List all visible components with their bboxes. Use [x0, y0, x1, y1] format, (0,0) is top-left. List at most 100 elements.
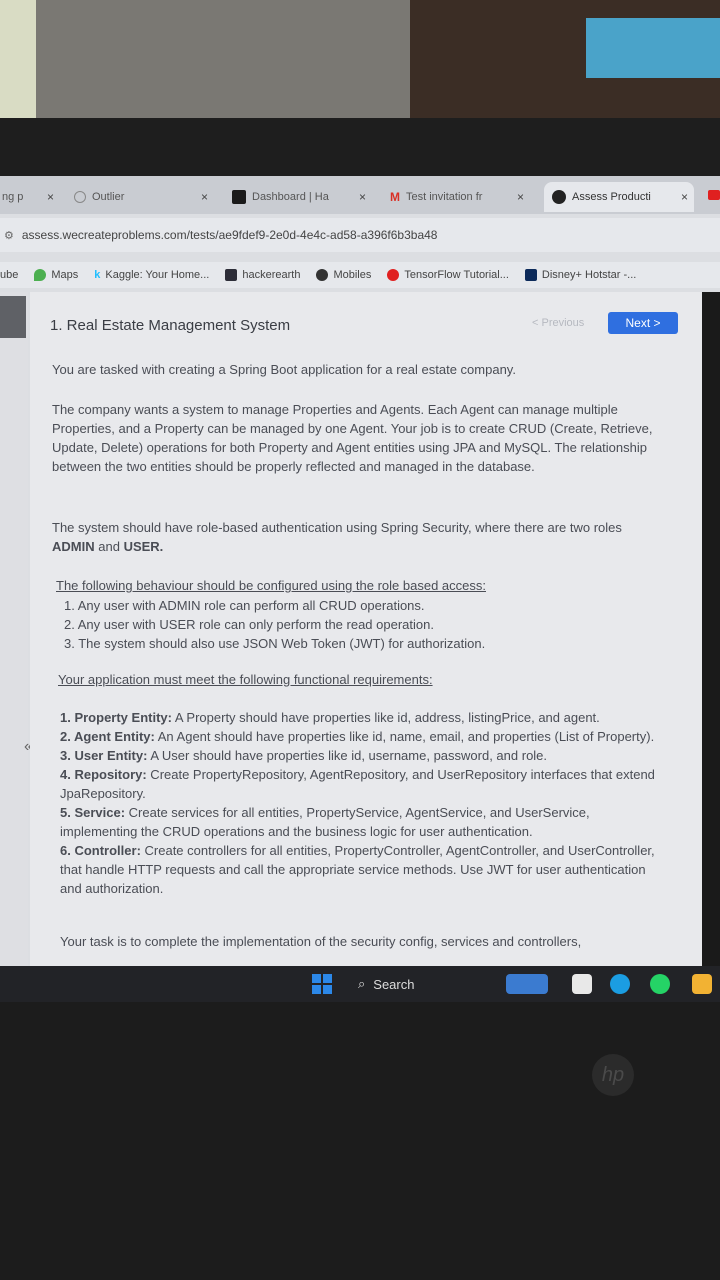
sidebar-nav-block[interactable]	[0, 296, 26, 338]
question-panel: 1. Real Estate Management System < Previ…	[30, 292, 702, 966]
taskbar-search[interactable]: ⌕ Search	[348, 972, 478, 996]
tab-gmail[interactable]: M Test invitation fr ×	[390, 182, 530, 212]
tab-dashboard[interactable]: Dashboard | Ha ×	[232, 182, 372, 212]
tab-label: Dashboard | Ha	[252, 191, 329, 203]
role-user: USER.	[123, 539, 164, 554]
bookmark-hotstar[interactable]: Disney+ Hotstar -...	[524, 269, 637, 281]
tab-label: Assess Producti	[572, 191, 651, 203]
req-label: 6. Controller:	[60, 843, 141, 858]
window-glare	[0, 0, 36, 120]
tab-bar: ng p × Outlier × Dashboard | Ha × M Test…	[0, 176, 720, 214]
behaviour-heading: The following behaviour should be config…	[56, 578, 486, 593]
right-edge	[702, 292, 720, 966]
list-item: 6. Controller: Create controllers for al…	[60, 841, 660, 898]
req-text: Create PropertyRepository, AgentReposito…	[60, 767, 655, 801]
edge-icon[interactable]	[610, 974, 630, 994]
laptop-body	[0, 1002, 720, 1280]
list-item: 2. Any user with USER role can only perf…	[64, 617, 434, 632]
outlier-icon	[74, 191, 86, 203]
bookmark-tensorflow[interactable]: TensorFlow Tutorial...	[387, 269, 509, 281]
site-info-icon[interactable]: ⚙	[4, 229, 14, 242]
tab-assess-active[interactable]: Assess Producti ×	[544, 182, 694, 212]
list-item: 3. User Entity: A User should have prope…	[60, 746, 660, 765]
wall	[36, 0, 416, 118]
list-item: 1. Any user with ADMIN role can perform …	[64, 598, 425, 613]
globe-icon	[316, 269, 329, 281]
left-sidebar: « est	[0, 292, 33, 966]
address-bar[interactable]: ⚙ assess.wecreateproblems.com/tests/ae9f…	[0, 218, 720, 252]
gmail-icon: M	[390, 190, 400, 204]
list-item: 5. Service: Create services for all enti…	[60, 803, 660, 841]
req-label: 3. User Entity:	[60, 748, 148, 763]
req-text: A Property should have properties like i…	[171, 710, 600, 725]
tab-outlier[interactable]: Outlier ×	[74, 182, 214, 212]
bookmark-label: ube	[0, 269, 19, 281]
req-label: 1. Property Entity:	[60, 710, 172, 725]
tab-label: Test invitation fr	[406, 191, 483, 203]
assess-icon	[552, 190, 566, 204]
hackerearth-icon	[225, 269, 238, 281]
bookmark-kaggle[interactable]: k Kaggle: Your Home...	[94, 269, 209, 281]
widget-icon[interactable]	[506, 974, 548, 994]
browser-screen: ng p × Outlier × Dashboard | Ha × M Test…	[0, 176, 720, 966]
list-item: 3. The system should also use JSON Web T…	[64, 636, 486, 651]
close-icon[interactable]: ×	[517, 190, 530, 204]
tab-label: Outlier	[92, 191, 125, 203]
bookmark-label: Disney+ Hotstar -...	[541, 269, 637, 281]
search-icon: ⌕	[358, 976, 366, 991]
intro-text: You are tasked with creating a Spring Bo…	[52, 362, 516, 377]
bookmark-label: TensorFlow Tutorial...	[404, 269, 509, 281]
maps-icon	[34, 269, 47, 281]
windows-start-icon[interactable]	[312, 974, 332, 994]
and-word: and	[98, 539, 120, 554]
bookmark-label: Kaggle: Your Home...	[105, 269, 210, 281]
hotstar-icon	[524, 269, 537, 281]
tab-partial[interactable]: ng p ×	[0, 182, 60, 212]
req-text: A User should have properties like id, u…	[147, 748, 548, 763]
hackerrank-icon	[232, 190, 246, 204]
bookmark-maps[interactable]: Maps	[34, 269, 78, 281]
close-icon[interactable]: ×	[201, 190, 214, 204]
list-item: 2. Agent Entity: An Agent should have pr…	[60, 727, 660, 746]
folder-icon[interactable]	[692, 974, 712, 994]
kaggle-icon: k	[94, 269, 101, 281]
req-label: 2. Agent Entity:	[60, 729, 155, 744]
whatsapp-icon[interactable]	[650, 974, 670, 994]
req-text: Create services for all entities, Proper…	[60, 805, 590, 839]
bookmark-youtube[interactable]: ube	[0, 269, 18, 281]
behaviour-list: 1. Any user with ADMIN role can perform …	[64, 596, 664, 653]
next-button[interactable]: Next >	[608, 312, 678, 334]
previous-button[interactable]: < Previous	[526, 316, 590, 330]
requirements-heading: Your application must meet the following…	[58, 672, 433, 687]
room-background	[0, 0, 720, 180]
file-icon[interactable]	[572, 974, 592, 994]
question-title: 1. Real Estate Management System	[50, 317, 291, 334]
list-item: 4. Repository: Create PropertyRepository…	[60, 765, 660, 803]
taskbar: ⌕ Search	[0, 966, 720, 1002]
url-text: assess.wecreateproblems.com/tests/ae9fde…	[21, 228, 438, 242]
bookmark-label: Maps	[51, 269, 79, 281]
req-label: 5. Service:	[60, 805, 126, 820]
bookmark-mobiles[interactable]: Mobiles	[316, 269, 371, 281]
close-icon[interactable]: ×	[359, 190, 372, 204]
bookmarks-bar: ube Maps k Kaggle: Your Home... hackerea…	[0, 262, 720, 288]
monitor-bezel	[0, 118, 720, 180]
req-text: Create controllers for all entities, Pro…	[60, 843, 655, 896]
youtube-tab-icon[interactable]	[708, 190, 720, 200]
req-label: 4. Repository:	[60, 767, 147, 782]
bookmark-label: hackerearth	[242, 269, 301, 281]
auth-text: The system should have role-based authen…	[52, 518, 662, 556]
close-icon[interactable]: ×	[681, 190, 694, 204]
auth-sentence: The system should have role-based authen…	[52, 520, 622, 535]
bookmark-hackerearth[interactable]: hackerearth	[225, 269, 300, 281]
close-icon[interactable]: ×	[47, 190, 60, 204]
task-text: Your task is to complete the implementat…	[60, 934, 582, 949]
list-item: 1. Property Entity: A Property should ha…	[60, 708, 660, 727]
description-text: The company wants a system to manage Pro…	[52, 402, 653, 474]
bookmark-label: Mobiles	[333, 269, 372, 281]
poster	[586, 18, 720, 78]
youtube-icon	[387, 269, 400, 281]
search-label: Search	[373, 976, 415, 992]
tab-label: ng p	[2, 191, 24, 203]
requirements-list: 1. Property Entity: A Property should ha…	[60, 708, 660, 898]
